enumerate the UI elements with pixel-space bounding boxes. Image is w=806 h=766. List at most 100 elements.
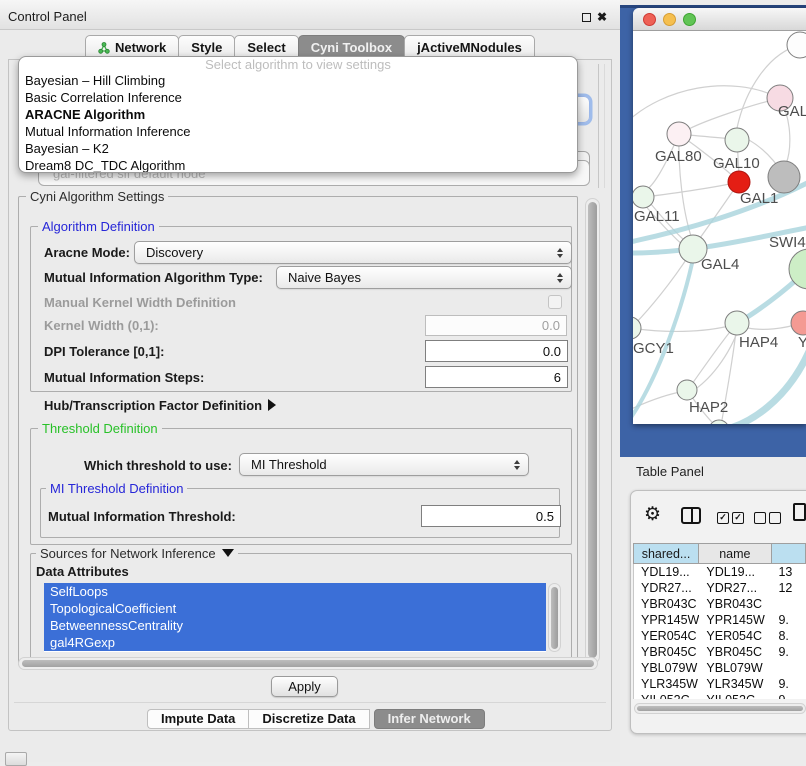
node-label: GAL80 <box>655 148 702 165</box>
node-label: GAL10 <box>713 155 760 172</box>
which-threshold-combo[interactable]: MI Threshold <box>239 453 529 476</box>
control-panel-titlebar: Control Panel <box>0 0 620 30</box>
column-header-shared-name[interactable]: shared... <box>633 543 699 564</box>
hub-definition-toggle[interactable]: Hub/Transcription Factor Definition <box>44 398 276 413</box>
node-gal80[interactable] <box>667 122 691 146</box>
cell: YDR27... <box>699 580 771 596</box>
tab-label: Style <box>191 37 222 58</box>
split-columns-icon[interactable] <box>681 507 701 524</box>
table-row[interactable]: YBL079W YBL079W <box>634 660 806 676</box>
list-item[interactable]: gal4RGexp <box>44 634 546 651</box>
export-table-icon[interactable] <box>793 503 806 521</box>
deselect-all-columns-icon[interactable] <box>754 512 781 524</box>
aracne-mode-combo[interactable]: Discovery <box>134 241 572 264</box>
cell: YDL19... <box>634 564 699 580</box>
list-item[interactable]: TopologicalCoefficient <box>44 600 546 617</box>
scrollbar-thumb[interactable] <box>637 706 803 711</box>
cell: YBL079W <box>699 660 771 676</box>
network-window-titlebar <box>633 8 806 31</box>
table-row[interactable]: YPR145W YPR145W 9. <box>634 612 806 628</box>
settings-horizontal-scrollbar[interactable] <box>18 657 598 670</box>
column-header-clipped[interactable] <box>772 543 806 564</box>
cell: YBL079W <box>634 660 699 676</box>
node-hap2[interactable] <box>677 380 697 400</box>
hidden-panel-border <box>604 64 605 188</box>
zoom-traffic-light[interactable] <box>683 13 696 26</box>
cell: YPR145W <box>699 612 771 628</box>
table-row-clipped[interactable]: YIL052C YIL052C 9 <box>634 692 806 699</box>
apply-button[interactable]: Apply <box>271 676 338 697</box>
select-all-columns-icon[interactable]: ✓✓ <box>717 512 744 524</box>
attributes-vertical-scrollbar[interactable] <box>548 583 561 652</box>
node-label: HAP2 <box>689 399 728 416</box>
node-gal11[interactable] <box>633 186 654 208</box>
sources-toggle[interactable]: Sources for Network Inference <box>36 546 238 561</box>
sources-title: Sources for Network Inference <box>40 546 216 561</box>
node-hap4[interactable] <box>725 311 749 335</box>
table-row[interactable]: YDL19... YDL19... 13 <box>634 564 806 580</box>
popup-item-bayesian-k2[interactable]: Bayesian – K2 <box>19 140 577 157</box>
cell: YDR27... <box>634 580 699 596</box>
table-row[interactable]: YBR043C YBR043C <box>634 596 806 612</box>
popup-item-basic-correlation[interactable]: Basic Correlation Inference <box>19 89 577 106</box>
node-gal10[interactable] <box>725 128 749 152</box>
column-header-name[interactable]: name <box>699 543 772 564</box>
cell: YPR145W <box>634 612 699 628</box>
mi-threshold-field[interactable]: 0.5 <box>421 505 561 527</box>
table-horizontal-scrollbar[interactable] <box>634 703 806 714</box>
list-item[interactable]: SelfLoops <box>44 583 546 600</box>
algorithm-select-popup: Select algorithm to view settings Bayesi… <box>18 56 578 173</box>
node-label: GCY1 <box>633 340 674 357</box>
cell: 9. <box>771 612 806 628</box>
node-gray[interactable] <box>768 161 800 193</box>
mi-steps-field[interactable]: 6 <box>425 366 568 388</box>
gear-icon[interactable]: ⚙ <box>644 505 661 525</box>
cell: YIL052C <box>699 692 771 699</box>
group-title: Threshold Definition <box>38 421 162 436</box>
cell: YBR043C <box>699 596 771 612</box>
scrollbar-thumb[interactable] <box>22 660 594 667</box>
table-header: shared... name <box>633 543 806 564</box>
hub-definition-label: Hub/Transcription Factor Definition <box>44 398 262 413</box>
node-salmon[interactable] <box>791 311 806 335</box>
close-traffic-light[interactable] <box>643 13 656 26</box>
kernel-width-field[interactable]: 0.0 <box>425 315 567 336</box>
tab-label: Network <box>115 37 166 58</box>
tab-impute-data[interactable]: Impute Data <box>147 709 248 729</box>
control-panel: Control Panel ✖ Network Style Select Cyn… <box>0 0 620 762</box>
dpi-tolerance-field[interactable]: 0.0 <box>425 340 568 362</box>
node-label: HAP4 <box>739 334 778 351</box>
popup-item-bayesian-hill-climbing[interactable]: Bayesian – Hill Climbing <box>19 72 577 89</box>
tab-discretize-data[interactable]: Discretize Data <box>248 709 369 729</box>
table-row[interactable]: YDR27... YDR27... 12 <box>634 580 806 596</box>
float-panel-icon[interactable] <box>582 13 591 22</box>
list-item[interactable]: BetweennessCentrality <box>44 617 546 634</box>
mi-type-combo[interactable]: Naive Bayes <box>276 266 572 289</box>
cell: YIL052C <box>634 692 699 699</box>
popup-item-mutual-information[interactable]: Mutual Information Inference <box>19 123 577 140</box>
popup-item-dream8[interactable]: Dream8 DC_TDC Algorithm <box>19 157 577 173</box>
node[interactable] <box>787 32 806 58</box>
network-canvas[interactable]: GAL GAL80 GAL10 GAL1 GAL11 SWI4 GAL4 GCY… <box>633 31 806 424</box>
panel-grip-button[interactable] <box>5 752 27 766</box>
table-row[interactable]: YER054C YER054C 8. <box>634 628 806 644</box>
popup-item-aracne[interactable]: ARACNE Algorithm <box>19 106 577 123</box>
group-title: MI Threshold Definition <box>46 481 187 496</box>
scrollbar-thumb[interactable] <box>588 202 597 658</box>
node-label: GAL4 <box>701 256 739 273</box>
tab-infer-network[interactable]: Infer Network <box>374 709 485 729</box>
hidden-panel-border <box>598 64 599 188</box>
cell: 12 <box>771 580 806 596</box>
settings-vertical-scrollbar[interactable] <box>585 198 600 664</box>
stepper-icon <box>557 248 563 258</box>
node-gcy1[interactable] <box>633 317 641 339</box>
data-attributes-list: SelfLoops TopologicalCoefficient Between… <box>44 583 546 652</box>
manual-kernel-checkbox[interactable] <box>548 295 562 309</box>
scrollbar-thumb[interactable] <box>551 587 558 649</box>
minimize-traffic-light[interactable] <box>663 13 676 26</box>
table-row[interactable]: YLR345W YLR345W 9. <box>634 676 806 692</box>
node-label: GAL1 <box>740 190 778 207</box>
cell: YBR043C <box>634 596 699 612</box>
table-row[interactable]: YBR045C YBR045C 9. <box>634 644 806 660</box>
close-panel-icon[interactable]: ✖ <box>597 11 607 23</box>
